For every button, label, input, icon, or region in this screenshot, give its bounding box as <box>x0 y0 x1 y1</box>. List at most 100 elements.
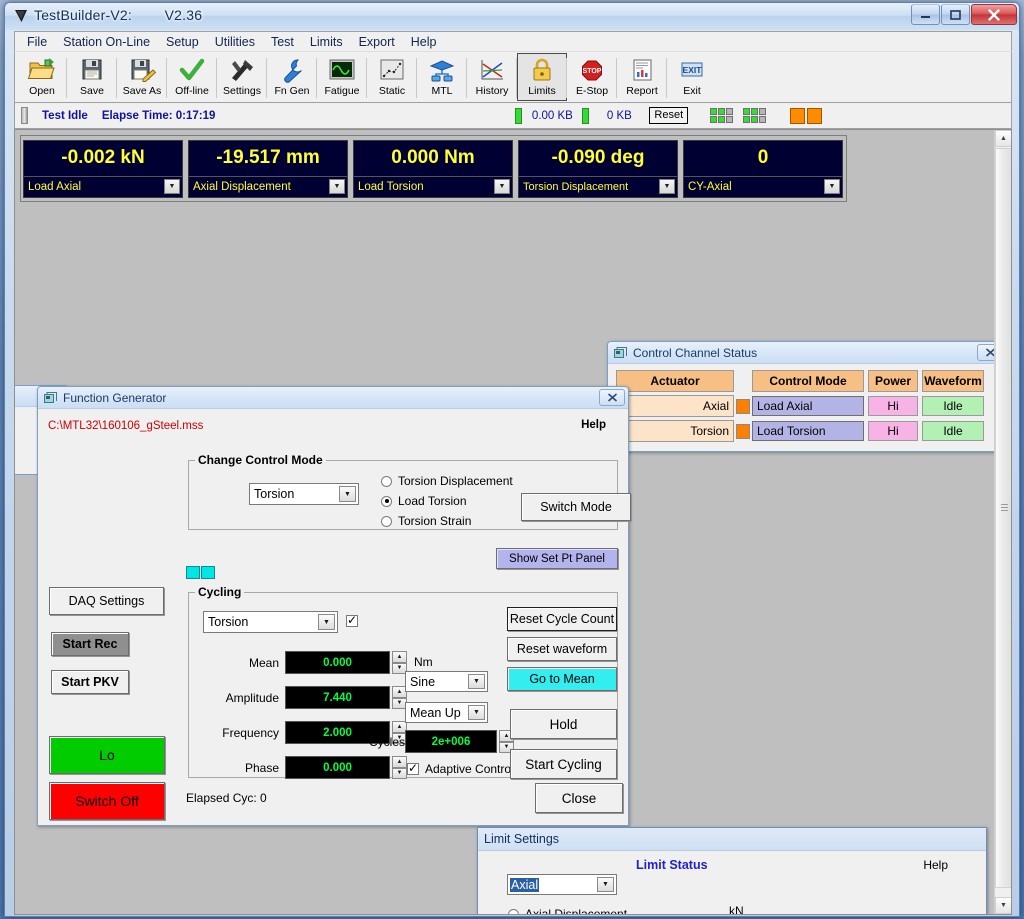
readout-1-channel-select[interactable]: Axial Displacement ▼ <box>189 175 347 197</box>
chevron-down-icon[interactable]: ▼ <box>318 614 335 630</box>
menu-station-on-line[interactable]: Station On-Line <box>55 33 158 51</box>
daq-settings-button[interactable]: DAQ Settings <box>49 587 164 615</box>
toolbar-history-button[interactable]: History <box>467 53 517 101</box>
lo-power-button[interactable]: Lo <box>49 736 165 774</box>
chevron-down-icon[interactable]: ▼ <box>659 178 675 194</box>
cycling-channel-enable-checkbox[interactable] <box>346 613 358 627</box>
toolbar-mtl-button[interactable]: MTL <box>417 53 467 101</box>
minimize-button[interactable] <box>911 4 940 25</box>
toolbar-save-button[interactable]: Save <box>67 53 117 101</box>
switch-mode-button[interactable]: Switch Mode <box>521 493 631 521</box>
readout-4-channel-select[interactable]: CY-Axial ▼ <box>684 175 842 197</box>
menu-limits[interactable]: Limits <box>302 33 351 51</box>
readout-3-channel-select[interactable]: Torsion Displacement ▼ <box>519 175 677 197</box>
start-direction-combo[interactable]: Mean Up ▼ <box>405 702 488 723</box>
hold-button[interactable]: Hold <box>510 709 617 739</box>
client-vertical-scrollbar[interactable]: ▲ ▼ <box>994 130 1011 914</box>
scroll-down-arrow-icon[interactable]: ▼ <box>995 897 1011 914</box>
chevron-down-icon[interactable]: ▼ <box>494 178 510 194</box>
menu-export[interactable]: Export <box>351 33 403 51</box>
maximize-button[interactable] <box>941 4 970 25</box>
chevron-down-icon[interactable]: ▼ <box>597 877 614 892</box>
floppy-disk-pencil-icon <box>131 59 157 82</box>
toolbar-settings-button[interactable]: Settings <box>217 53 267 101</box>
waveform-value: Sine <box>410 674 436 689</box>
limit-settings-help-link[interactable]: Help <box>923 858 948 872</box>
ccm-option-torsion-displacement[interactable]: Torsion Displacement <box>381 474 513 488</box>
desktop-background: TestBuilder-V2: V2.36 File Station On-Li… <box>0 0 1024 919</box>
toolbar-open-button[interactable]: Open <box>17 53 67 101</box>
menu-test[interactable]: Test <box>263 33 302 51</box>
ccm-actuator-value: Torsion <box>254 487 295 501</box>
mean-value-field[interactable]: 0.000 <box>285 651 390 674</box>
amplitude-value-field[interactable]: 7.440 <box>285 686 390 709</box>
radio-icon <box>508 908 519 914</box>
exit-icon: EXIT <box>681 62 703 77</box>
ccs-title-bar: Control Channel Status <box>608 342 1006 364</box>
ccm-option-load-torsion[interactable]: Load Torsion <box>381 494 467 508</box>
chevron-down-icon[interactable]: ▼ <box>468 674 485 689</box>
toolbar-fngen-button[interactable]: Fn Gen <box>267 53 317 101</box>
status-grip <box>21 107 28 124</box>
fgen-help-link[interactable]: Help <box>581 419 606 431</box>
buffer1-led <box>515 107 523 124</box>
readout-0-value: -0.002 kN <box>24 140 182 176</box>
toolbar-fatigue-button[interactable]: Fatigue <box>317 53 367 101</box>
toolbar-static-button[interactable]: Static <box>367 53 417 101</box>
scroll-thumb[interactable] <box>995 148 1011 888</box>
readout-2-channel-select[interactable]: Load Torsion ▼ <box>354 175 512 197</box>
waveform-combo[interactable]: Sine ▼ <box>405 671 488 692</box>
start-pkv-button[interactable]: Start PKV <box>51 670 129 694</box>
toolbar-report-button[interactable]: Report <box>617 53 667 101</box>
reset-waveform-button[interactable]: Reset waveform <box>507 637 617 661</box>
scroll-up-arrow-icon[interactable]: ▲ <box>995 130 1011 147</box>
chevron-down-icon[interactable]: ▼ <box>468 705 485 720</box>
toolbar-exit-button[interactable]: EXIT Exit <box>667 53 717 101</box>
ccm-option-torsion-strain[interactable]: Torsion Strain <box>381 514 471 528</box>
chevron-down-icon[interactable]: ▼ <box>329 178 345 194</box>
test-state-label: Test Idle <box>42 109 88 122</box>
adaptive-control-checkbox[interactable] <box>407 761 419 775</box>
toolbar-save-as-button[interactable]: Save As <box>117 53 167 101</box>
ccs-mode-axial[interactable]: Load Axial <box>752 396 864 416</box>
reset-button[interactable]: Reset <box>649 107 689 124</box>
fgen-close-action-button[interactable]: Close <box>535 783 623 813</box>
chevron-down-icon[interactable]: ▼ <box>824 178 840 194</box>
start-rec-button[interactable]: Start Rec <box>51 632 129 656</box>
phase-spinner[interactable]: ▲ ▼ <box>392 756 407 779</box>
fgen-close-button[interactable] <box>599 389 625 406</box>
chevron-down-icon[interactable]: ▼ <box>164 178 180 194</box>
go-to-mean-button[interactable]: Go to Mean <box>507 667 617 691</box>
report-document-icon <box>633 59 652 81</box>
cycles-value-field[interactable]: 2e+006 <box>405 730 497 753</box>
show-set-pt-panel-button[interactable]: Show Set Pt Panel <box>496 548 618 569</box>
switch-off-button[interactable]: Switch Off <box>49 782 165 820</box>
readout-0-channel-select[interactable]: Load Axial ▼ <box>24 175 182 197</box>
start-cycling-button[interactable]: Start Cycling <box>510 749 617 779</box>
readout-2-channel-label: Load Torsion <box>358 180 424 193</box>
ccm-actuator-combo[interactable]: Torsion ▼ <box>249 483 359 505</box>
menu-utilities[interactable]: Utilities <box>207 33 263 51</box>
ccs-mode-torsion[interactable]: Load Torsion <box>752 421 864 441</box>
limit-option-axial-displacement[interactable]: Axial Displacement <box>508 907 627 914</box>
adaptive-control-row[interactable]: Adaptive Control <box>407 761 514 776</box>
wrench-icon <box>284 59 302 83</box>
menu-file[interactable]: File <box>19 33 55 51</box>
change-control-mode-group: Change Control Mode Torsion ▼ Torsion Di… <box>188 453 631 530</box>
toolbar-history-label: History <box>475 85 509 97</box>
close-button[interactable] <box>971 4 1017 25</box>
toolbar-offline-button[interactable]: Off-line <box>167 53 217 101</box>
limit-settings-title: Limit Settings <box>484 832 560 846</box>
menu-setup[interactable]: Setup <box>158 33 207 51</box>
phase-value-field[interactable]: 0.000 <box>285 756 390 779</box>
toolbar-limits-button[interactable]: Limits <box>517 53 567 101</box>
reset-cycle-count-button[interactable]: Reset Cycle Count <box>507 607 617 631</box>
floppy-disk-icon <box>82 59 102 80</box>
menu-help[interactable]: Help <box>403 33 445 51</box>
limit-actuator-combo[interactable]: Axial ▼ <box>507 874 617 895</box>
cycling-channel-combo[interactable]: Torsion ▼ <box>203 611 338 633</box>
toolbar-estop-button[interactable]: STOP E-Stop <box>567 53 617 101</box>
buffer1-size: 0.00 KB <box>531 109 573 122</box>
chevron-down-icon[interactable]: ▼ <box>339 486 356 502</box>
main-window: TestBuilder-V2: V2.36 File Station On-Li… <box>4 2 1020 917</box>
